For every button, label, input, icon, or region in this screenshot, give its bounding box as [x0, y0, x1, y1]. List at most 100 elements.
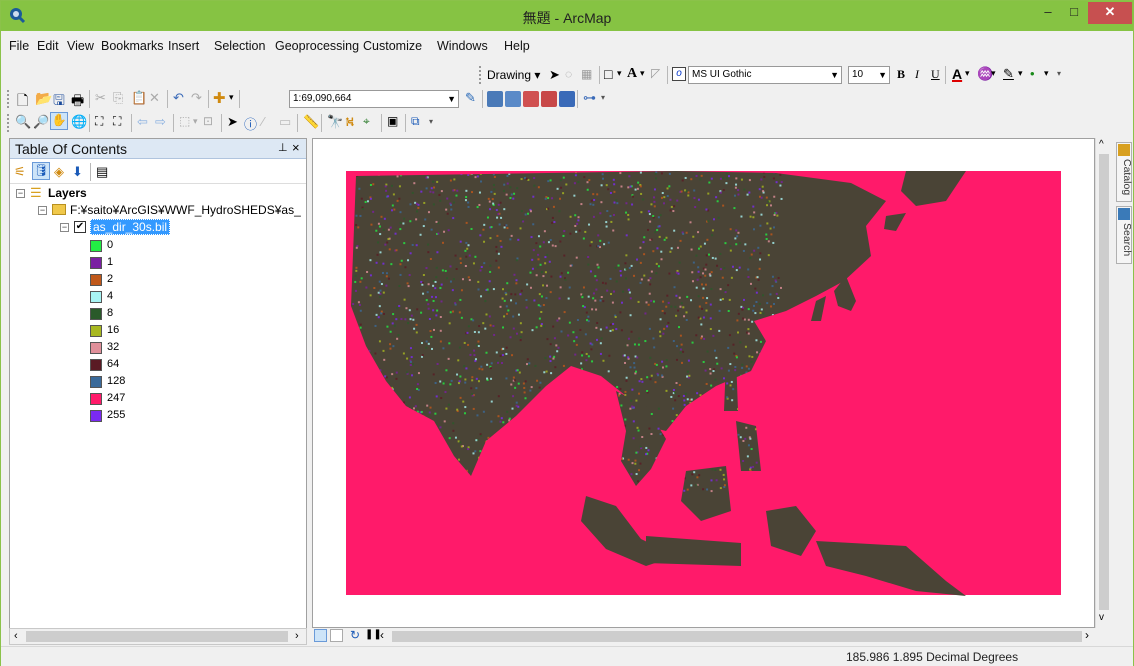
layout-view-button[interactable] [330, 629, 343, 642]
scroll-left-icon[interactable]: ‹ [14, 630, 18, 642]
scroll-thumb[interactable] [1099, 154, 1109, 610]
collapse-icon[interactable]: − [60, 223, 69, 232]
go-to-xy-icon[interactable]: ⌖ [363, 114, 370, 129]
list-by-source-icon[interactable]: 🛢 [32, 162, 50, 180]
toc-close-button[interactable]: × [292, 140, 300, 155]
minimize-button[interactable]: ‒ [1035, 2, 1061, 24]
legend-swatch[interactable] [90, 274, 102, 286]
font-size-combo[interactable]: 10 ▼ [848, 66, 890, 84]
full-extent-icon[interactable]: 🌐 [71, 114, 87, 130]
scroll-up-icon[interactable]: ^ [1099, 139, 1104, 150]
undo-icon[interactable]: ↶ [173, 90, 184, 106]
table-of-contents-icon[interactable] [487, 91, 503, 107]
add-data-dropdown-icon[interactable]: ▾ [229, 92, 234, 103]
toc-options-icon[interactable]: ▤ [96, 164, 108, 180]
time-slider-icon[interactable]: ▣ [387, 114, 398, 128]
cut-icon[interactable]: ✂ [95, 90, 106, 106]
fill-color-dropdown-icon[interactable]: ▾ [991, 68, 996, 79]
toc-horizontal-scrollbar[interactable]: ‹ › [9, 628, 307, 645]
collapse-icon[interactable]: − [16, 189, 25, 198]
text-tool-icon[interactable]: A [627, 66, 637, 82]
measure-icon[interactable]: 📏 [303, 114, 319, 130]
select-elements-icon[interactable]: ➤ [227, 114, 238, 130]
go-forward-icon[interactable]: ⇨ [155, 114, 166, 130]
menu-view[interactable]: View [67, 39, 94, 53]
legend-swatch[interactable] [90, 325, 102, 337]
scroll-right-icon[interactable]: › [1085, 628, 1089, 642]
layer-visibility-checkbox[interactable]: ✔ [74, 221, 86, 233]
legend-swatch[interactable] [90, 240, 102, 252]
toolbar-grip[interactable] [479, 66, 482, 84]
menu-insert[interactable]: Insert [168, 39, 199, 53]
editor-toolbar-icon[interactable]: ✎ [465, 90, 476, 106]
legend-swatch[interactable] [90, 308, 102, 320]
search-window-icon[interactable] [523, 91, 539, 107]
scroll-left-icon[interactable]: ‹ [380, 628, 384, 642]
open-icon[interactable]: 📂 [35, 90, 52, 107]
legend-swatch[interactable] [90, 291, 102, 303]
line-color-icon[interactable]: ✎ [1003, 66, 1014, 82]
chevron-down-icon[interactable]: ▼ [830, 67, 839, 83]
scroll-thumb[interactable] [392, 631, 1082, 642]
clear-selection-icon[interactable]: ⊡ [203, 114, 213, 128]
paste-icon[interactable]: 📋 [131, 90, 147, 106]
modelbuilder-icon[interactable]: ⊶ [583, 90, 596, 106]
marker-color-icon[interactable]: • [1030, 66, 1035, 81]
legend-swatch[interactable] [90, 257, 102, 269]
menu-windows[interactable]: Windows [437, 39, 488, 53]
legend-swatch[interactable] [90, 393, 102, 405]
toolbar-grip[interactable] [7, 114, 10, 132]
rotate-icon[interactable]: ◌ [565, 67, 572, 81]
zoom-in-icon[interactable]: 🔍 [15, 114, 31, 130]
redo-icon[interactable]: ↷ [191, 90, 202, 106]
zoom-out-icon[interactable]: 🔎 [33, 114, 49, 130]
drawing-menu[interactable]: Drawing ▾ [487, 68, 540, 82]
pin-icon[interactable]: ⊥ [278, 141, 288, 154]
menu-customize[interactable]: Customize [363, 39, 422, 53]
zoom-whole-page-icon[interactable]: ▦ [581, 67, 592, 81]
scroll-thumb[interactable] [26, 631, 288, 642]
toolbar-options-icon[interactable]: ▾ [601, 93, 605, 102]
chevron-down-icon[interactable]: ▼ [447, 91, 456, 107]
close-button[interactable]: ✕ [1088, 2, 1132, 24]
catalog-icon[interactable] [505, 91, 521, 107]
identify-icon[interactable]: ⓘ [244, 114, 257, 133]
map-canvas[interactable] [313, 139, 1094, 627]
search-tab[interactable]: Search [1116, 206, 1133, 264]
toolbar-options-icon[interactable]: ▾ [1057, 69, 1061, 78]
legend-swatch[interactable] [90, 342, 102, 354]
layer-name[interactable]: as_dir_30s.bil [90, 219, 171, 235]
line-color-dropdown-icon[interactable]: ▾ [1018, 68, 1023, 79]
legend-swatch[interactable] [90, 376, 102, 388]
fixed-zoom-in-icon[interactable]: ⛶ [95, 114, 103, 129]
marker-color-dropdown-icon[interactable]: ▾ [1044, 68, 1049, 79]
text-dropdown-icon[interactable]: ▾ [640, 68, 645, 79]
delete-icon[interactable]: ✕ [149, 90, 160, 106]
maximize-button[interactable]: □ [1061, 2, 1087, 24]
font-name-combo[interactable]: MS UI Gothic ▼ [688, 66, 842, 84]
html-popup-icon[interactable]: ▭ [279, 114, 291, 130]
toolbar-grip[interactable] [7, 90, 10, 108]
collapse-icon[interactable]: − [38, 206, 47, 215]
fixed-zoom-out-icon[interactable]: ⛶ [113, 114, 121, 129]
list-by-drawing-order-icon[interactable]: ⚟ [14, 164, 26, 180]
pan-icon[interactable]: ✋ [50, 112, 68, 130]
copy-icon[interactable]: ⎘ [113, 90, 123, 106]
select-features-icon[interactable]: ⬚ [179, 114, 190, 128]
menu-selection[interactable]: Selection [214, 39, 265, 53]
callout-icon[interactable]: ◸ [651, 66, 660, 80]
go-back-icon[interactable]: ⇦ [137, 114, 148, 130]
list-by-visibility-icon[interactable]: ◈ [54, 164, 64, 180]
legend-swatch[interactable] [90, 359, 102, 371]
find-route-icon[interactable]: ⛕ [345, 114, 355, 132]
map-vertical-scrollbar[interactable]: ^ v [1095, 138, 1111, 628]
legend-swatch[interactable] [90, 410, 102, 422]
map-view[interactable] [312, 138, 1095, 628]
list-by-selection-icon[interactable]: ⬇ [72, 164, 83, 180]
scroll-down-icon[interactable]: v [1099, 612, 1104, 623]
toolbar-options-icon[interactable]: ▾ [429, 117, 433, 126]
rectangle-dropdown-icon[interactable]: ▾ [617, 68, 622, 79]
menu-geoprocessing[interactable]: Geoprocessing [275, 39, 359, 53]
menu-edit[interactable]: Edit [37, 39, 59, 53]
menu-file[interactable]: File [9, 39, 29, 53]
